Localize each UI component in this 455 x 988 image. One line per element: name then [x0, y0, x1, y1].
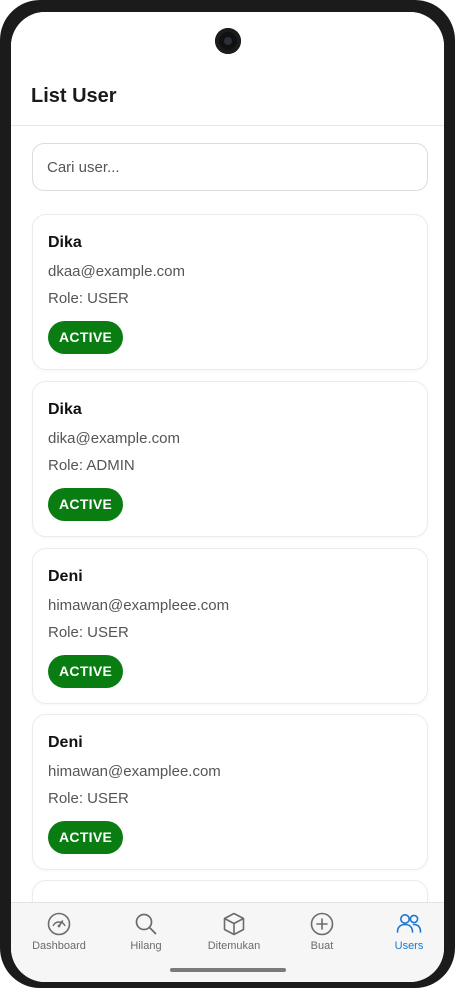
user-card[interactable]: Dika dkaa@example.com Role: USER ACTIVE — [32, 214, 428, 370]
user-card[interactable]: Deni himawan@exampleee.com Role: USER AC… — [32, 548, 428, 704]
user-role: Role: USER — [48, 290, 129, 307]
user-email: himawan@exampleee.com — [48, 597, 230, 614]
user-card-partial[interactable] — [32, 880, 428, 902]
user-name: Dika — [48, 401, 82, 418]
user-card[interactable]: Dika dika@example.com Role: ADMIN ACTIVE — [32, 381, 428, 537]
box-icon — [223, 912, 245, 936]
user-card[interactable]: Deni himawan@examplee.com Role: USER ACT… — [32, 714, 428, 870]
status-badge: ACTIVE — [48, 821, 124, 854]
nav-label: Dashboard — [32, 940, 86, 952]
status-badge: ACTIVE — [48, 655, 124, 688]
search-icon — [135, 913, 157, 935]
user-list[interactable]: Dika dkaa@example.com Role: USER ACTIVE … — [11, 127, 444, 902]
users-icon — [396, 914, 422, 933]
status-badge: ACTIVE — [48, 321, 124, 354]
speedometer-icon — [47, 912, 71, 936]
nav-item-hilang[interactable]: Hilang — [106, 911, 186, 961]
user-name: Dika — [48, 234, 82, 251]
nav-label: Buat — [310, 940, 334, 952]
status-badge: ACTIVE — [48, 488, 124, 521]
nav-item-buat[interactable]: Buat — [282, 911, 362, 961]
nav-item-ditemukan[interactable]: Ditemukan — [194, 911, 274, 961]
nav-label: Hilang — [130, 940, 162, 952]
user-name: Deni — [48, 568, 83, 585]
search-input[interactable] — [32, 143, 428, 191]
bottom-navigation: Dashboard Hilang Ditemukan Buat Users — [11, 902, 444, 982]
user-email: dika@example.com — [48, 430, 180, 447]
phone-frame: List User Dika dkaa@example.com Role: US… — [0, 0, 455, 988]
plus-circle-icon — [310, 912, 334, 936]
nav-item-users[interactable]: Users — [369, 911, 444, 961]
home-indicator[interactable] — [169, 968, 286, 972]
user-role: Role: USER — [48, 790, 129, 807]
user-email: himawan@examplee.com — [48, 763, 221, 780]
screen: List User Dika dkaa@example.com Role: US… — [11, 12, 444, 982]
app-bar: List User — [11, 12, 444, 126]
user-email: dkaa@example.com — [48, 263, 185, 280]
user-name: Deni — [48, 734, 83, 751]
nav-label: Ditemukan — [207, 940, 261, 952]
nav-item-dashboard[interactable]: Dashboard — [19, 911, 99, 961]
user-role: Role: ADMIN — [48, 457, 135, 474]
page-title: List User — [31, 85, 117, 107]
front-camera — [214, 28, 241, 54]
user-role: Role: USER — [48, 624, 129, 641]
nav-label: Users — [394, 940, 424, 952]
